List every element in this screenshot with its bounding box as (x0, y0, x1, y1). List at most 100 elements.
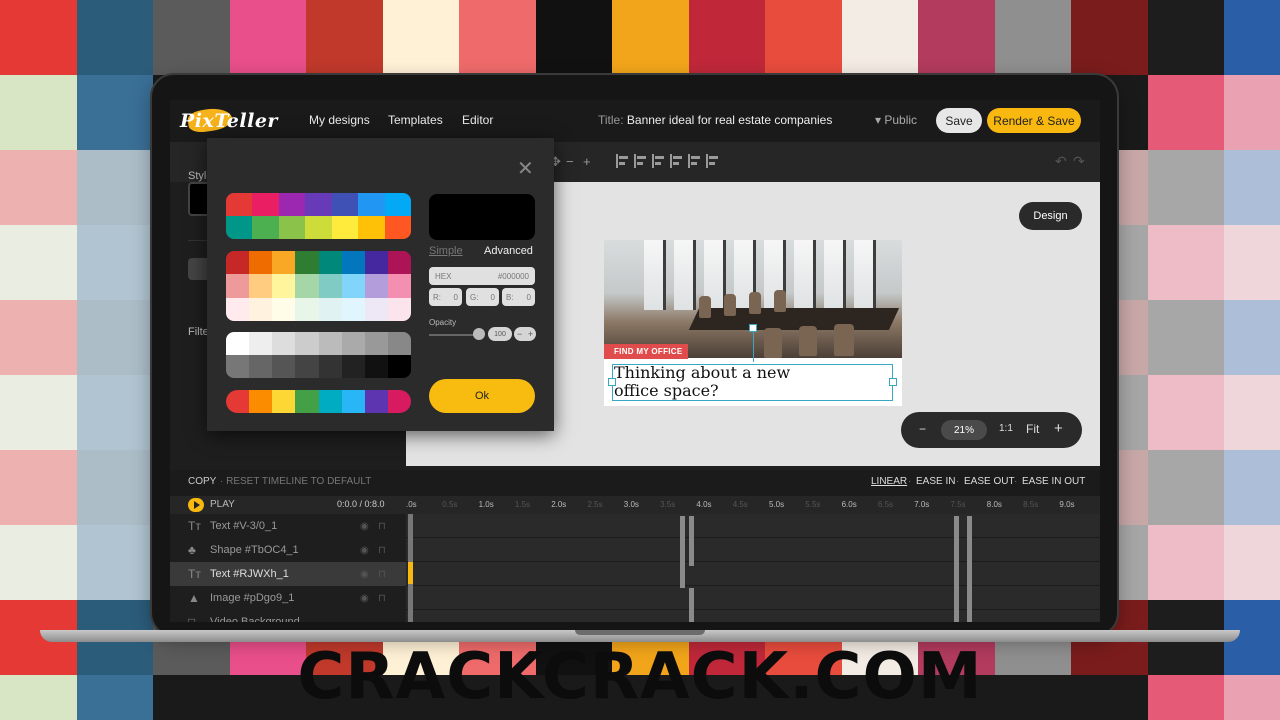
gray-swatch[interactable] (341, 355, 365, 378)
palette-swatch[interactable] (318, 274, 342, 298)
gray-swatch[interactable] (318, 332, 342, 355)
align-right-icon[interactable] (652, 154, 666, 168)
align-left-icon[interactable] (616, 154, 630, 168)
reset-timeline-button[interactable]: · RESET TIMELINE TO DEFAULT (220, 476, 371, 487)
palette-swatch[interactable] (249, 297, 273, 321)
zoom-fit-button[interactable]: Fit (1026, 422, 1039, 436)
palette-swatch[interactable] (295, 274, 319, 298)
opacity-slider-knob[interactable] (473, 328, 485, 340)
visibility-dropdown[interactable]: ▾ Public (875, 113, 917, 127)
accent-swatch[interactable] (318, 390, 342, 413)
lock-icon[interactable]: ⊓ (378, 593, 386, 604)
opacity-value[interactable]: 100 (488, 327, 512, 341)
tab-simple[interactable]: Simple (429, 245, 463, 257)
gray-swatch[interactable] (272, 332, 296, 355)
zoom-out-icon[interactable]: − (566, 154, 574, 169)
copy-button[interactable]: COPY (188, 476, 216, 487)
blue-input[interactable]: B: 0 (502, 288, 535, 306)
pixteller-logo[interactable]: PixTeller (180, 106, 280, 136)
resize-handle-left[interactable] (608, 378, 616, 386)
lock-icon[interactable]: ⊓ (378, 521, 386, 532)
undo-icon[interactable]: ↶ (1055, 153, 1067, 170)
play-icon[interactable] (188, 498, 204, 512)
rainbow-swatch[interactable] (278, 216, 306, 239)
palette-swatch[interactable] (318, 251, 342, 275)
gray-swatch[interactable] (226, 332, 250, 355)
gray-swatch[interactable] (226, 355, 250, 378)
zoom-in-icon[interactable]: + (583, 154, 591, 169)
layer-row[interactable]: □ Video Background (170, 610, 406, 622)
ok-button[interactable]: Ok (429, 379, 535, 413)
palette-swatch[interactable] (272, 274, 296, 298)
rainbow-swatch[interactable] (305, 216, 332, 239)
gray-swatch[interactable] (272, 355, 296, 378)
palette-swatch[interactable] (387, 274, 411, 298)
rainbow-swatch[interactable] (331, 193, 359, 216)
rainbow-swatch[interactable] (358, 193, 385, 216)
palette-swatch[interactable] (341, 274, 365, 298)
close-icon[interactable]: ✕ (517, 159, 534, 179)
rainbow-swatch[interactable] (331, 216, 359, 239)
resize-handle-right[interactable] (889, 378, 897, 386)
zoom-out-button[interactable]: − (919, 422, 926, 436)
gray-swatch[interactable] (249, 332, 273, 355)
align-center-icon[interactable] (634, 154, 648, 168)
red-input[interactable]: R: 0 (429, 288, 462, 306)
palette-swatch[interactable] (249, 274, 273, 298)
banner-design[interactable]: FIND MY OFFICE Thinking about a new offi… (604, 240, 902, 406)
keyframe[interactable] (689, 516, 694, 566)
palette-swatch[interactable] (341, 297, 365, 321)
palette-swatch[interactable] (272, 297, 296, 321)
rainbow-swatch[interactable] (252, 216, 279, 239)
gray-swatch[interactable] (249, 355, 273, 378)
find-office-tag[interactable]: FIND MY OFFICE (604, 344, 688, 359)
ease-in-out[interactable]: EASE IN OUT (1022, 476, 1085, 487)
align-bottom-icon[interactable] (706, 154, 720, 168)
nav-templates[interactable]: Templates (388, 113, 443, 127)
tab-advanced[interactable]: Advanced (484, 245, 533, 257)
save-button[interactable]: Save (936, 108, 982, 133)
design-title-field[interactable]: Title: Banner ideal for real estate comp… (598, 113, 832, 127)
palette-swatch[interactable] (226, 251, 250, 275)
gray-swatch[interactable] (364, 332, 388, 355)
accent-swatch[interactable] (295, 390, 319, 413)
palette-swatch[interactable] (364, 274, 388, 298)
rotate-handle[interactable] (749, 324, 757, 332)
rainbow-swatch[interactable] (384, 193, 411, 216)
eye-icon[interactable]: ◉ (360, 521, 369, 532)
nav-my-designs[interactable]: My designs (309, 113, 370, 127)
gray-swatch[interactable] (341, 332, 365, 355)
keyframe[interactable] (689, 588, 694, 622)
accent-swatch[interactable] (387, 390, 411, 413)
keyframe[interactable] (954, 516, 959, 622)
palette-swatch[interactable] (341, 251, 365, 275)
rainbow-swatch[interactable] (252, 193, 279, 216)
keyframe[interactable] (967, 516, 972, 622)
zoom-value[interactable]: 21% (941, 420, 987, 440)
gray-swatch[interactable] (387, 355, 411, 378)
palette-swatch[interactable] (272, 251, 296, 275)
lock-icon[interactable]: ⊓ (378, 569, 386, 580)
rainbow-swatch[interactable] (358, 216, 385, 239)
zoom-in-button[interactable]: + (1054, 420, 1063, 437)
accent-swatch[interactable] (249, 390, 273, 413)
opacity-decrease-icon[interactable]: − (517, 329, 522, 339)
rainbow-swatch[interactable] (226, 193, 253, 216)
eye-icon[interactable]: ◉ (360, 545, 369, 556)
layer-row[interactable]: ♣ Shape #TbOC4_1 ◉ ⊓ (170, 538, 406, 562)
palette-swatch[interactable] (226, 274, 250, 298)
opacity-increase-icon[interactable]: + (528, 329, 533, 339)
keyframe-tracks[interactable] (406, 514, 1100, 622)
eye-icon[interactable]: ◉ (360, 593, 369, 604)
zoom-1to1-button[interactable]: 1:1 (999, 423, 1013, 434)
palette-swatch[interactable] (387, 251, 411, 275)
gray-swatch[interactable] (318, 355, 342, 378)
layer-row[interactable]: Tт Text #V-3/0_1 ◉ ⊓ (170, 514, 406, 538)
palette-swatch[interactable] (364, 251, 388, 275)
palette-swatch[interactable] (364, 297, 388, 321)
rainbow-swatch[interactable] (226, 216, 253, 239)
ease-in[interactable]: EASE IN (916, 476, 955, 487)
palette-swatch[interactable] (249, 251, 273, 275)
palette-swatch[interactable] (318, 297, 342, 321)
palette-swatch[interactable] (387, 297, 411, 321)
